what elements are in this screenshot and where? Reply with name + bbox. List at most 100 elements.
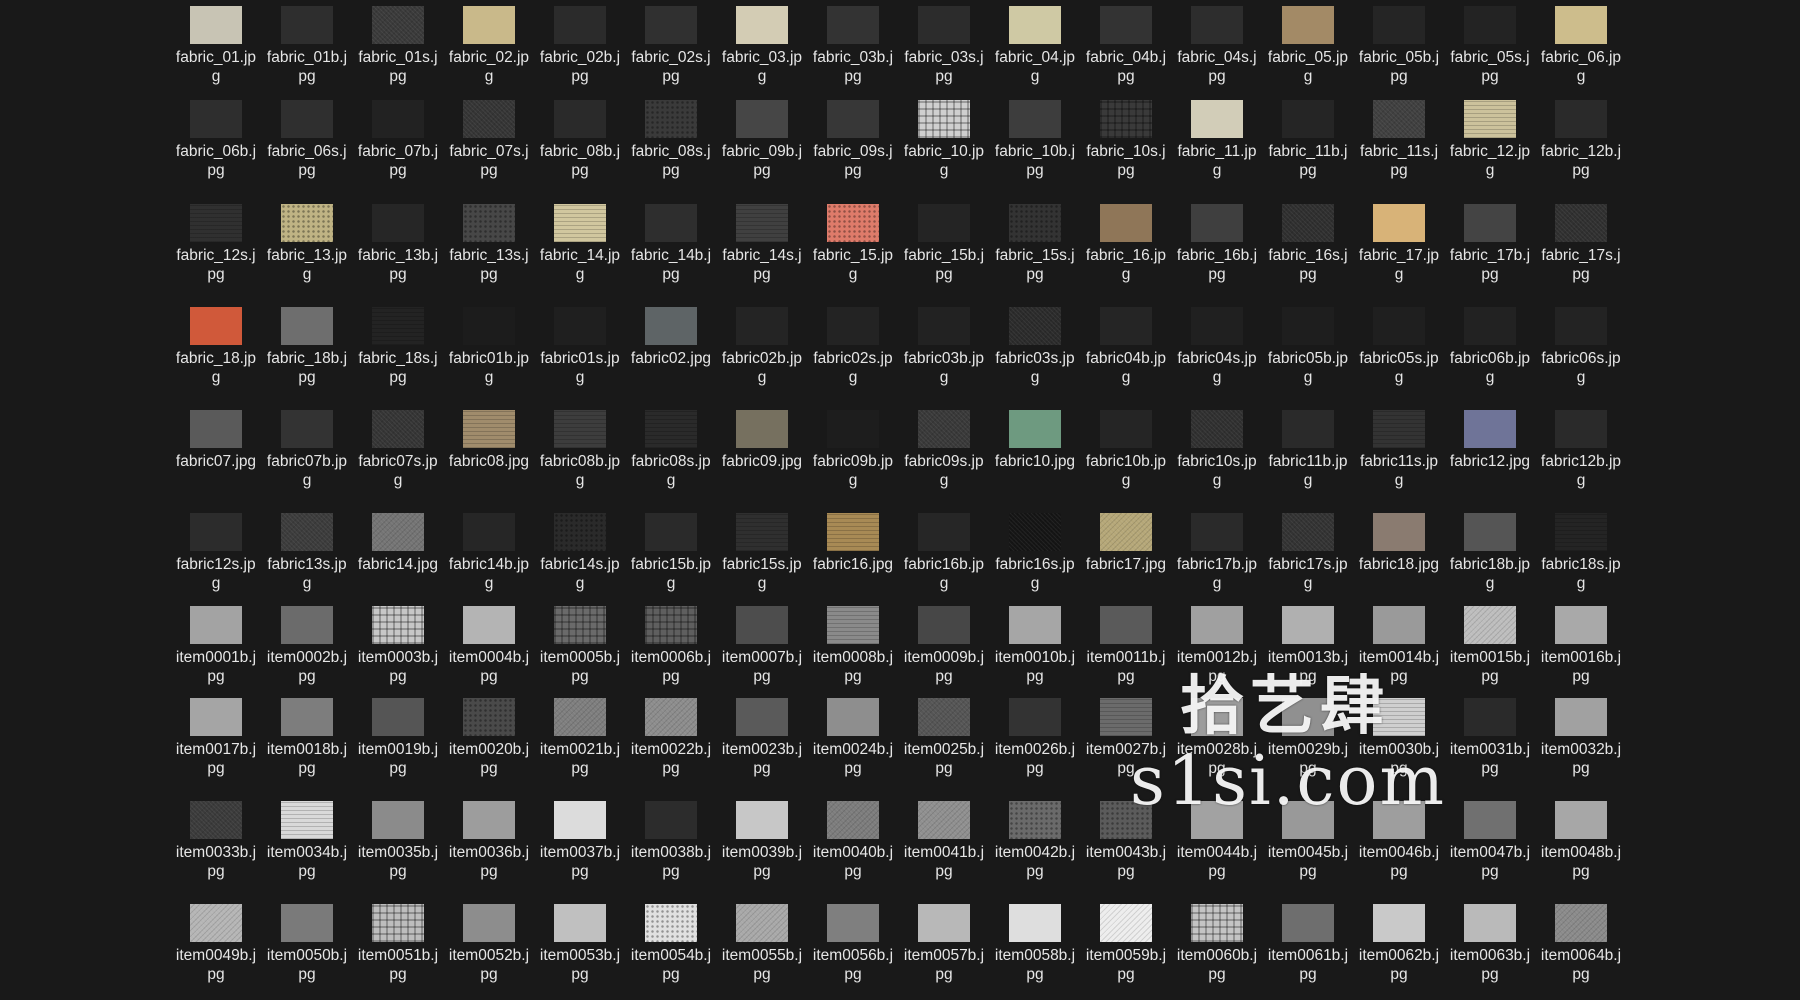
file-item[interactable]: item0039b.jpg — [719, 795, 805, 881]
file-item[interactable]: item0055b.jpg — [719, 898, 805, 984]
file-item[interactable]: fabric_02s.jpg — [628, 0, 714, 86]
file-item[interactable]: item0006b.jpg — [628, 600, 714, 686]
file-item[interactable]: item0043b.jpg — [1083, 795, 1169, 881]
file-item[interactable]: item0010b.jpg — [992, 600, 1078, 686]
file-item[interactable]: item0033b.jpg — [173, 795, 259, 881]
file-item[interactable]: fabric03b.jpg — [901, 301, 987, 387]
file-item[interactable]: item0005b.jpg — [537, 600, 623, 686]
file-item[interactable]: fabric_14s.jpg — [719, 198, 805, 284]
file-item[interactable]: fabric13s.jpg — [264, 507, 350, 593]
file-item[interactable]: item0036b.jpg — [446, 795, 532, 881]
file-item[interactable]: fabric01s.jpg — [537, 301, 623, 387]
file-item[interactable]: fabric_10s.jpg — [1083, 94, 1169, 180]
file-item[interactable]: fabric_08s.jpg — [628, 94, 714, 180]
file-item[interactable]: fabric_02b.jpg — [537, 0, 623, 86]
file-item[interactable]: fabric01b.jpg — [446, 301, 532, 387]
file-item[interactable]: fabric17s.jpg — [1265, 507, 1351, 593]
file-item[interactable]: fabric_07b.jpg — [355, 94, 441, 180]
file-item[interactable]: fabric_05b.jpg — [1356, 0, 1442, 86]
file-item[interactable]: fabric_02.jpg — [446, 0, 532, 86]
file-item[interactable]: item0013b.jpg — [1265, 600, 1351, 686]
file-item[interactable]: item0040b.jpg — [810, 795, 896, 881]
file-item[interactable]: fabric16.jpg — [810, 507, 896, 574]
file-item[interactable]: fabric_16b.jpg — [1174, 198, 1260, 284]
file-item[interactable]: item0015b.jpg — [1447, 600, 1533, 686]
file-item[interactable]: item0004b.jpg — [446, 600, 532, 686]
file-item[interactable]: fabric15s.jpg — [719, 507, 805, 593]
file-item[interactable]: item0008b.jpg — [810, 600, 896, 686]
file-item[interactable]: item0054b.jpg — [628, 898, 714, 984]
file-item[interactable]: fabric_05s.jpg — [1447, 0, 1533, 86]
file-item[interactable]: item0059b.jpg — [1083, 898, 1169, 984]
file-item[interactable]: fabric17b.jpg — [1174, 507, 1260, 593]
file-item[interactable]: fabric_18s.jpg — [355, 301, 441, 387]
file-item[interactable]: fabric18b.jpg — [1447, 507, 1533, 593]
file-item[interactable]: fabric12b.jpg — [1538, 404, 1624, 490]
file-item[interactable]: item0060b.jpg — [1174, 898, 1260, 984]
file-item[interactable]: fabric_03s.jpg — [901, 0, 987, 86]
file-item[interactable]: fabric10b.jpg — [1083, 404, 1169, 490]
file-item[interactable]: fabric09s.jpg — [901, 404, 987, 490]
file-item[interactable]: item0025b.jpg — [901, 692, 987, 778]
file-item[interactable]: fabric04s.jpg — [1174, 301, 1260, 387]
file-item[interactable]: item0056b.jpg — [810, 898, 896, 984]
file-item[interactable]: item0007b.jpg — [719, 600, 805, 686]
file-item[interactable]: fabric_14b.jpg — [628, 198, 714, 284]
file-item[interactable]: item0012b.jpg — [1174, 600, 1260, 686]
file-item[interactable]: item0038b.jpg — [628, 795, 714, 881]
file-item[interactable]: fabric05b.jpg — [1265, 301, 1351, 387]
file-item[interactable]: fabric_10b.jpg — [992, 94, 1078, 180]
file-item[interactable]: item0022b.jpg — [628, 692, 714, 778]
file-item[interactable]: item0050b.jpg — [264, 898, 350, 984]
file-item[interactable]: fabric16s.jpg — [992, 507, 1078, 593]
file-item[interactable]: fabric_05.jpg — [1265, 0, 1351, 86]
file-item[interactable]: fabric_11b.jpg — [1265, 94, 1351, 180]
file-item[interactable]: item0053b.jpg — [537, 898, 623, 984]
file-item[interactable]: fabric_01s.jpg — [355, 0, 441, 86]
file-item[interactable]: fabric05s.jpg — [1356, 301, 1442, 387]
file-item[interactable]: item0021b.jpg — [537, 692, 623, 778]
file-item[interactable]: fabric_15b.jpg — [901, 198, 987, 284]
file-item[interactable]: fabric_13b.jpg — [355, 198, 441, 284]
file-item[interactable]: fabric_13s.jpg — [446, 198, 532, 284]
file-item[interactable]: fabric11b.jpg — [1265, 404, 1351, 490]
file-item[interactable]: fabric15b.jpg — [628, 507, 714, 593]
file-item[interactable]: item0037b.jpg — [537, 795, 623, 881]
file-item[interactable]: fabric16b.jpg — [901, 507, 987, 593]
file-item[interactable]: item0002b.jpg — [264, 600, 350, 686]
file-item[interactable]: fabric07.jpg — [173, 404, 259, 471]
file-item[interactable]: item0041b.jpg — [901, 795, 987, 881]
file-item[interactable]: fabric_16s.jpg — [1265, 198, 1351, 284]
file-item[interactable]: fabric14b.jpg — [446, 507, 532, 593]
file-item[interactable]: fabric18.jpg — [1356, 507, 1442, 574]
file-item[interactable]: fabric14.jpg — [355, 507, 441, 574]
file-item[interactable]: fabric_12s.jpg — [173, 198, 259, 284]
file-item[interactable]: item0027b.jpg — [1083, 692, 1169, 778]
file-item[interactable]: fabric_12.jpg — [1447, 94, 1533, 180]
file-item[interactable]: fabric06b.jpg — [1447, 301, 1533, 387]
file-item[interactable]: fabric_16.jpg — [1083, 198, 1169, 284]
file-item[interactable]: fabric_18.jpg — [173, 301, 259, 387]
file-item[interactable]: fabric04b.jpg — [1083, 301, 1169, 387]
file-item[interactable]: fabric14s.jpg — [537, 507, 623, 593]
file-item[interactable]: item0016b.jpg — [1538, 600, 1624, 686]
file-item[interactable]: fabric_09s.jpg — [810, 94, 896, 180]
file-item[interactable]: fabric_04.jpg — [992, 0, 1078, 86]
file-item[interactable]: item0031b.jpg — [1447, 692, 1533, 778]
file-item[interactable]: fabric18s.jpg — [1538, 507, 1624, 593]
file-item[interactable]: fabric_17b.jpg — [1447, 198, 1533, 284]
file-item[interactable]: item0019b.jpg — [355, 692, 441, 778]
file-item[interactable]: fabric_17s.jpg — [1538, 198, 1624, 284]
file-item[interactable]: fabric_01b.jpg — [264, 0, 350, 86]
file-item[interactable]: fabric_10.jpg — [901, 94, 987, 180]
file-item[interactable]: item0011b.jpg — [1083, 600, 1169, 686]
file-item[interactable]: fabric_14.jpg — [537, 198, 623, 284]
file-item[interactable]: item0030b.jpg — [1356, 692, 1442, 778]
file-item[interactable]: item0047b.jpg — [1447, 795, 1533, 881]
file-item[interactable]: fabric_06.jpg — [1538, 0, 1624, 86]
file-item[interactable]: item0029b.jpg — [1265, 692, 1351, 778]
file-item[interactable]: fabric_12b.jpg — [1538, 94, 1624, 180]
file-item[interactable]: fabric_03.jpg — [719, 0, 805, 86]
file-item[interactable]: item0009b.jpg — [901, 600, 987, 686]
file-item[interactable]: fabric02b.jpg — [719, 301, 805, 387]
